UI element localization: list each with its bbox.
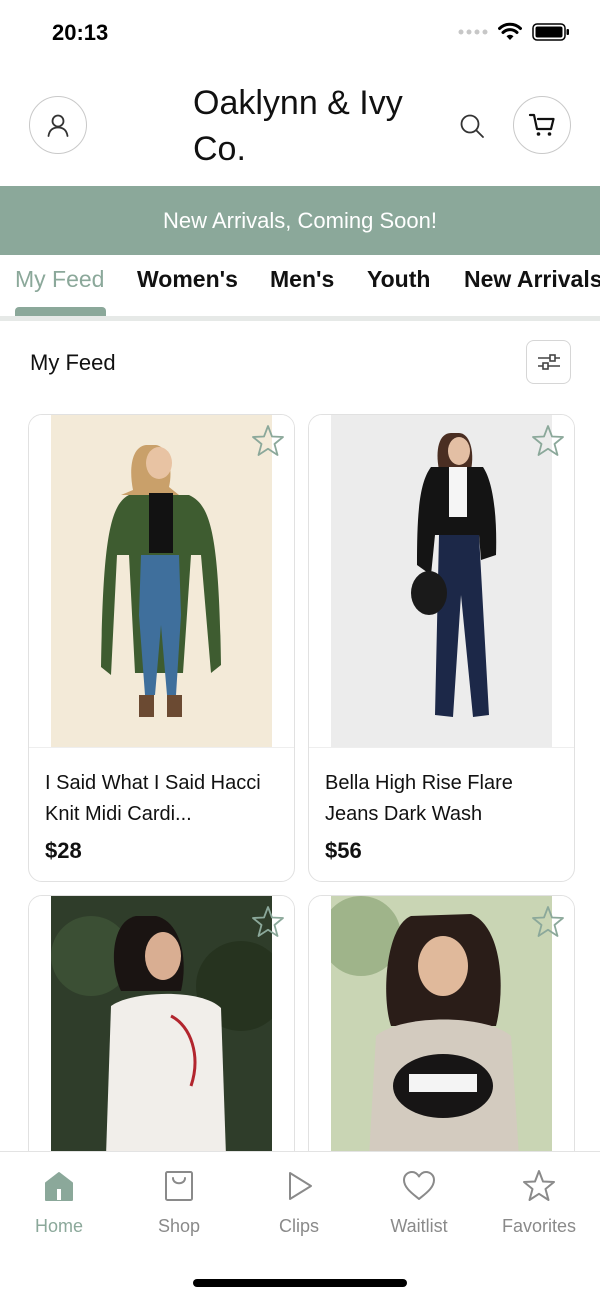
product-card[interactable]: I Said What I Said Hacci Knit Midi Cardi… (28, 414, 295, 882)
nav-label: Waitlist (390, 1216, 448, 1236)
tab-womens[interactable]: Women's (137, 266, 238, 293)
feed-title: My Feed (30, 350, 116, 375)
tab-mens[interactable]: Men's (270, 266, 334, 293)
product-image[interactable] (29, 415, 294, 748)
nav-home[interactable]: Home (4, 1168, 114, 1237)
search-icon (460, 114, 484, 138)
heart-icon (403, 1171, 435, 1200)
product-price: $56 (325, 838, 362, 863)
tab-my-feed[interactable]: My Feed (15, 266, 104, 293)
tab-new-arrivals[interactable]: New Arrivals (464, 266, 600, 293)
search-button[interactable] (452, 106, 492, 146)
nav-label: Favorites (501, 1216, 577, 1236)
bottom-nav: Home Shop Clips Waitlist Favorites (0, 1151, 600, 1299)
nav-waitlist[interactable]: Waitlist (364, 1168, 474, 1237)
product-photo (51, 415, 272, 747)
home-icon (45, 1172, 73, 1201)
status-icons (458, 22, 570, 42)
nav-label: Shop (157, 1216, 201, 1236)
filter-button[interactable] (526, 340, 571, 384)
product-photo (331, 415, 552, 747)
product-image[interactable] (309, 415, 574, 748)
tab-youth[interactable]: Youth (367, 266, 430, 293)
favorite-star-icon[interactable] (530, 423, 566, 459)
favorite-star-icon[interactable] (250, 904, 286, 940)
profile-button[interactable] (29, 96, 87, 154)
favorite-star-icon[interactable] (530, 904, 566, 940)
play-icon (289, 1172, 312, 1200)
home-indicator (193, 1279, 407, 1287)
product-info[interactable]: I Said What I Said Hacci Knit Midi Cardi… (29, 748, 294, 881)
nav-clips[interactable]: Clips (244, 1168, 354, 1237)
category-tabs: My Feed Women's Men's Youth New Arrivals (0, 255, 600, 321)
favorite-star-icon[interactable] (250, 423, 286, 459)
nav-favorites[interactable]: Favorites (484, 1168, 594, 1237)
signal-icon (458, 29, 488, 35)
product-info[interactable]: Bella High Rise Flare Jeans Dark Wash $5… (309, 748, 574, 881)
wifi-icon (498, 22, 522, 40)
sliders-icon (537, 354, 560, 370)
product-card[interactable]: Bella High Rise Flare Jeans Dark Wash $5… (308, 414, 575, 882)
bag-icon (165, 1171, 193, 1201)
star-icon (523, 1170, 555, 1201)
product-name[interactable]: Bella High Rise Flare Jeans Dark Wash (325, 768, 558, 830)
promo-banner[interactable]: New Arrivals, Coming Soon! (0, 186, 600, 255)
product-name[interactable]: I Said What I Said Hacci Knit Midi Cardi… (45, 768, 278, 830)
cart-icon (528, 113, 555, 136)
status-time: 20:13 (52, 20, 109, 45)
brand-title: Oaklynn & Ivy Co. (193, 84, 403, 168)
product-price: $28 (45, 838, 82, 863)
app-header: Oaklynn & Ivy Co. (0, 66, 600, 186)
person-icon (47, 114, 69, 137)
cart-button[interactable] (513, 96, 571, 154)
active-tab-indicator (15, 307, 106, 316)
nav-label: Home (34, 1216, 83, 1236)
nav-label: Clips (278, 1216, 319, 1236)
battery-icon (532, 23, 569, 41)
nav-shop[interactable]: Shop (124, 1168, 234, 1237)
status-bar: 20:13 (0, 0, 600, 66)
